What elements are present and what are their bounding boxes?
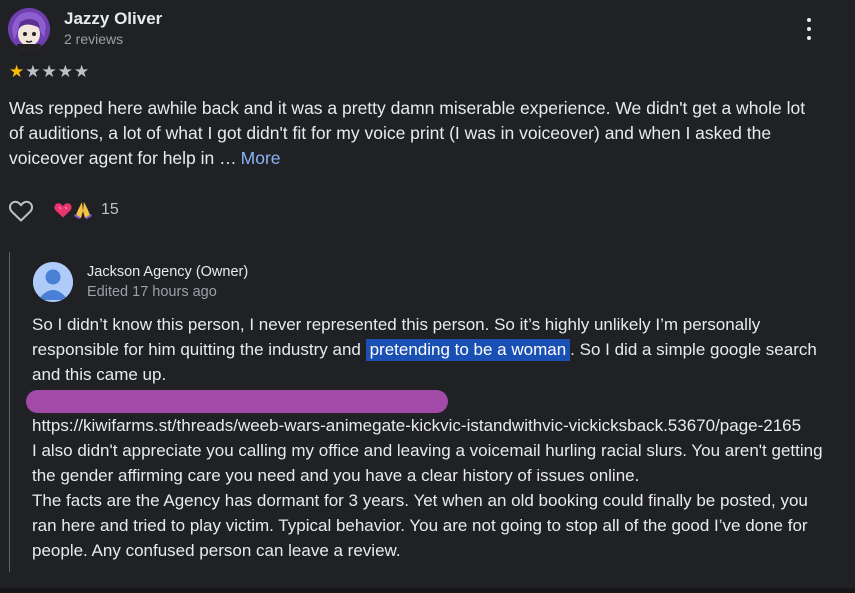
owner-edited-time: Edited 17 hours ago [87,284,217,300]
redaction-bar [26,390,448,413]
owner-avatar[interactable] [33,262,73,302]
star-empty-icon: ★ [41,62,57,81]
praying-hands-emoji-icon [73,201,93,219]
review-text: Was repped here awhile back and it was a… [9,96,819,171]
owner-reply: Jackson Agency (Owner) Edited 17 hours a… [9,252,850,572]
reply-text: So I didn’t know this person, I never re… [26,312,832,563]
review-card: Jazzy Oliver 2 reviews ★ ★ ★ ★ ★ Was repped … [0,0,855,593]
review-body: Was repped here awhile back and it was a… [9,98,806,168]
reply-paragraph-3: The facts are the Agency has dormant for… [32,491,808,560]
star-filled-icon: ★ [9,62,25,81]
owner-name: Jackson Agency (Owner) [87,264,249,280]
reaction-count: 15 [101,201,119,218]
like-icon[interactable] [8,199,34,223]
reply-url[interactable]: https://kiwifarms.st/threads/weeb-wars-a… [32,413,832,438]
star-empty-icon: ★ [57,62,73,81]
reviewer-name[interactable]: Jazzy Oliver [64,9,162,29]
star-empty-icon: ★ [74,62,90,81]
more-button[interactable]: More [241,148,281,168]
reviewer-review-count: 2 reviews [64,31,124,47]
selected-text-highlight: pretending to be a woman [365,339,571,361]
star-rating: ★ ★ ★ ★ ★ [9,62,89,82]
reviewer-avatar[interactable] [8,8,50,50]
reactions[interactable]: 15 [53,201,119,219]
star-empty-icon: ★ [25,62,41,81]
heart-emoji-icon [53,201,73,219]
reply-paragraph-2: I also didn't appreciate you calling my … [32,441,823,485]
divider [0,588,855,593]
more-options-icon[interactable] [798,16,820,42]
